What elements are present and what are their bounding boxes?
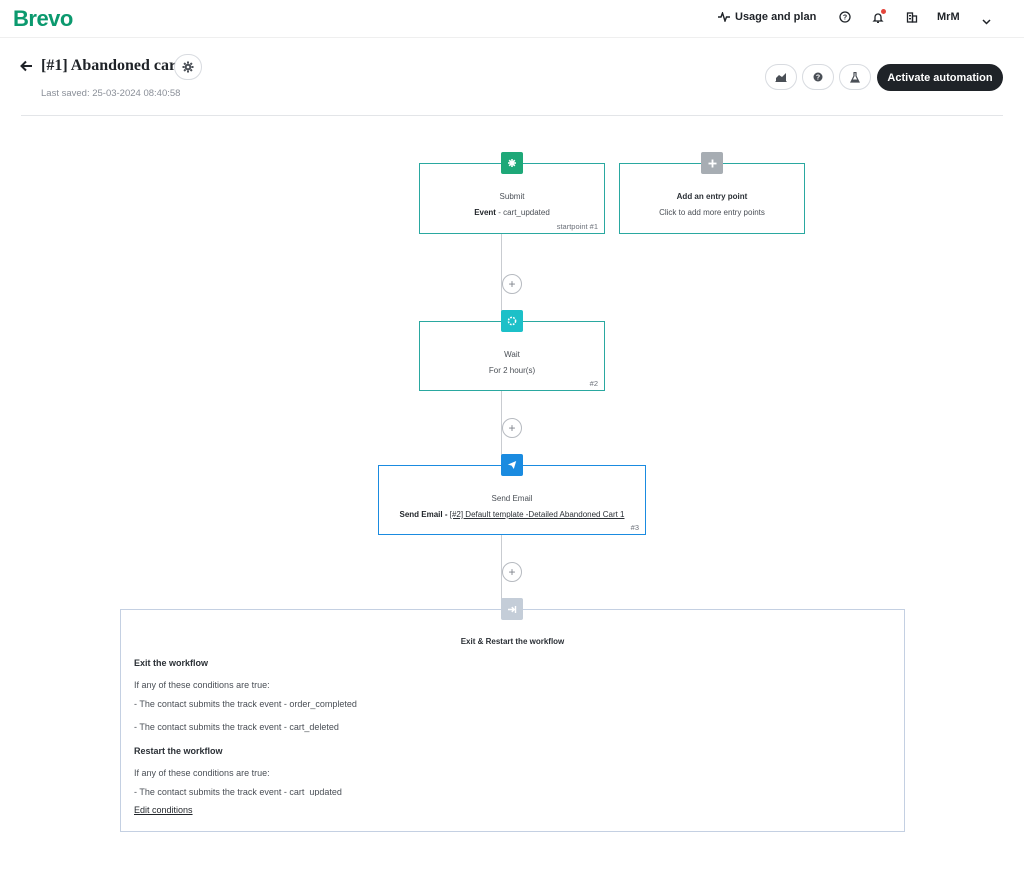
exit-icon [501, 598, 523, 620]
usage-and-plan-link[interactable]: Usage and plan [718, 11, 816, 23]
trigger-event-label: Event [474, 208, 496, 217]
exit-intro: If any of these conditions are true: [134, 680, 270, 690]
restart-condition: - The contact submits the track event - … [134, 787, 342, 796]
header-divider [21, 115, 1003, 116]
exit-condition: - The contact submits the track event - … [134, 699, 357, 709]
email-node-label: Send Email - [399, 510, 450, 519]
chart-icon [775, 73, 787, 82]
notification-dot [881, 9, 886, 14]
exit-restart-panel[interactable]: Exit & Restart the workflow Exit the wor… [120, 609, 905, 832]
restart-intro: If any of these conditions are true: [134, 768, 270, 778]
trigger-icon [501, 152, 523, 174]
wait-node-id: #2 [589, 379, 598, 388]
help-icon[interactable]: ? [838, 10, 852, 24]
bell-icon[interactable] [871, 9, 886, 24]
activate-automation-button[interactable]: Activate automation [877, 64, 1003, 91]
exit-panel-title: Exit & Restart the workflow [460, 637, 565, 646]
exit-condition: - The contact submits the track event - … [134, 722, 339, 732]
trigger-node-subtitle: Event - cart_updated [420, 208, 604, 217]
help-button[interactable]: ? [802, 64, 834, 90]
email-node-id: #3 [630, 523, 639, 532]
trigger-node-id: startpoint #1 [556, 222, 598, 231]
svg-text:?: ? [816, 75, 820, 82]
brevo-logo[interactable]: Brevo [13, 6, 73, 32]
question-icon: ? [813, 72, 823, 82]
add-step-button[interactable]: + [502, 562, 522, 582]
edit-conditions-link[interactable]: Edit conditions [134, 805, 193, 815]
add-step-button[interactable]: + [502, 274, 522, 294]
add-step-button[interactable]: + [502, 418, 522, 438]
usage-and-plan-label: Usage and plan [735, 11, 817, 23]
wait-node-subtitle: For 2 hour(s) [488, 366, 536, 375]
email-template-link[interactable]: [#2] Default template -Detailed Abandone… [450, 510, 625, 519]
page-title: [#1] Abandoned cart [41, 57, 182, 74]
connector-line [501, 234, 502, 321]
svg-text:?: ? [843, 15, 847, 22]
back-arrow-icon[interactable] [20, 59, 33, 77]
wait-node-title: Wait [504, 350, 520, 359]
send-icon [501, 454, 523, 476]
activity-icon [718, 12, 730, 22]
exit-heading: Exit the workflow [134, 658, 209, 668]
statistics-button[interactable] [765, 64, 797, 90]
flask-icon [850, 71, 860, 83]
plus-icon[interactable] [701, 152, 723, 174]
email-node-subtitle: Send Email - [#2] Default template -Deta… [379, 510, 645, 519]
chevron-down-icon[interactable] [982, 12, 991, 30]
top-navigation: Brevo Usage and plan ? MrM [0, 0, 1024, 38]
last-saved-timestamp: Last saved: 25-03-2024 08:40:58 [41, 88, 181, 99]
user-menu-name[interactable]: MrM [937, 11, 960, 23]
settings-button[interactable] [174, 54, 202, 80]
hourglass-icon [501, 310, 523, 332]
entry-point-subtitle: Click to add more entry points [659, 208, 765, 217]
restart-heading: Restart the workflow [134, 746, 223, 756]
organization-icon[interactable] [905, 10, 919, 24]
gear-icon [182, 61, 194, 73]
test-button[interactable] [839, 64, 871, 90]
email-node-title: Send Email [491, 494, 533, 503]
trigger-event-value: - cart_updated [495, 208, 550, 217]
entry-point-title: Add an entry point [676, 192, 748, 201]
trigger-node-title: Submit [499, 192, 525, 201]
